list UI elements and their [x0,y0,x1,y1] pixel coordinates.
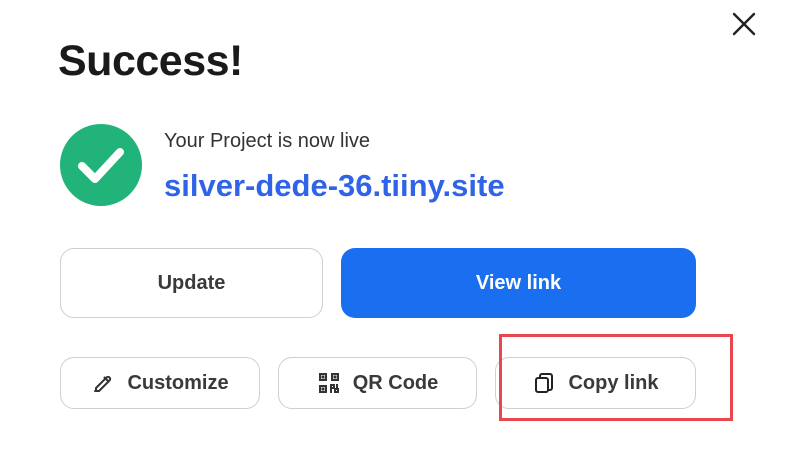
qr-code-button[interactable]: QR Code [278,357,477,409]
close-button[interactable] [728,8,760,40]
update-button-label: Update [157,271,226,294]
copy-link-button[interactable]: Copy link [495,357,696,409]
qr-code-button-label: QR Code [352,371,439,394]
pencil-edit-icon [91,371,115,395]
status-text: Your Project is now live [164,130,371,152]
qr-code-icon [317,371,341,395]
check-circle-icon [60,124,142,206]
customize-button[interactable]: Customize [60,357,260,409]
view-link-button-label: View link [475,271,562,294]
customize-button-label: Customize [127,371,229,394]
close-icon [732,12,756,36]
copy-link-button-label: Copy link [568,371,659,394]
view-link-button[interactable]: View link [341,248,696,318]
dialog-title: Success! [58,37,243,85]
site-url-link[interactable]: silver-dede-36.tiiny.site [164,166,505,206]
update-button[interactable]: Update [60,248,323,318]
copy-icon [532,371,556,395]
